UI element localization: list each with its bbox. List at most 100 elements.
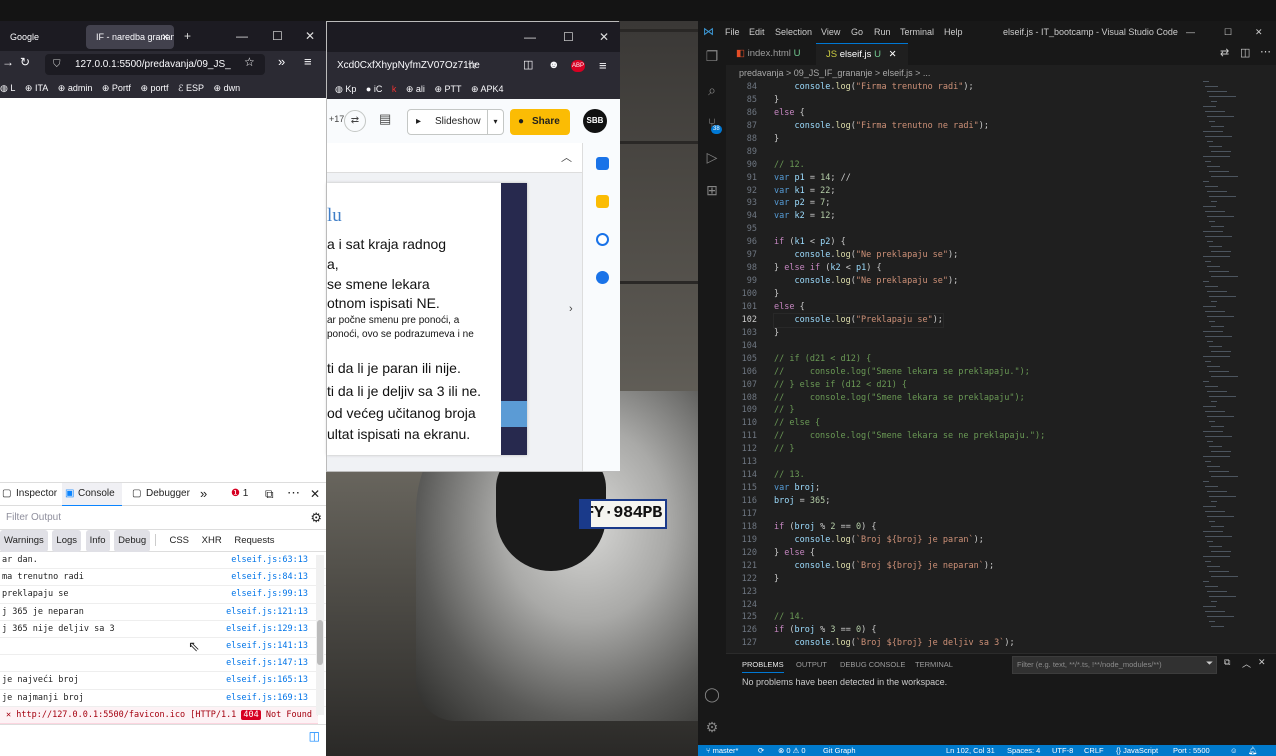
level-warnings[interactable]: Warnings xyxy=(0,530,48,552)
bookmark-item[interactable]: ⊕ PTT xyxy=(434,79,461,99)
collaborator-count[interactable]: +17 xyxy=(329,114,344,124)
code-line[interactable]: 109 // } xyxy=(726,404,1276,417)
history-icon[interactable]: ⇄ xyxy=(344,110,366,132)
menu-icon[interactable]: ≡ xyxy=(304,54,312,69)
problems-filter-input[interactable]: Filter (e.g. text, **/*.ts, !**/node_mod… xyxy=(1012,656,1217,674)
code-line[interactable]: 120} else { xyxy=(726,547,1276,560)
code-line[interactable]: 117 xyxy=(726,508,1276,521)
tab-console[interactable]: ▣ Console xyxy=(62,483,122,507)
code-line[interactable]: 111 // console.log("Smene lekara se ne pr… xyxy=(726,430,1276,443)
explorer-icon[interactable]: ❐ xyxy=(704,48,720,64)
collapse-all-icon[interactable]: ⧉ xyxy=(1224,657,1230,668)
code-line[interactable]: 101 else { xyxy=(726,301,1276,314)
console-input-area[interactable]: ◫ xyxy=(0,724,326,756)
code-line[interactable]: 99 console.log("Ne preklapaju se"); xyxy=(726,275,1276,288)
code-line[interactable]: 106 // console.log("Smene lekara se prekl… xyxy=(726,366,1276,379)
chevron-right-icon[interactable]: › xyxy=(569,303,573,315)
maximize-panel-icon[interactable]: ︿ xyxy=(1242,657,1251,670)
filter-icon[interactable]: ⏷ xyxy=(1206,658,1213,669)
bookmark-item[interactable]: k xyxy=(392,79,397,99)
filter-requests[interactable]: Requests xyxy=(230,530,278,552)
bookmark-item[interactable]: ℰ ESP xyxy=(178,78,204,98)
code-line[interactable]: 114 // 13. xyxy=(726,469,1276,482)
code-line[interactable]: 112 // } xyxy=(726,443,1276,456)
code-line[interactable]: 103} xyxy=(726,327,1276,340)
overflow-chevron-icon[interactable]: » xyxy=(278,54,285,69)
calendar-icon[interactable] xyxy=(596,157,609,170)
star-icon[interactable]: ☆ xyxy=(467,52,478,79)
menu-terminal[interactable]: Terminal xyxy=(900,21,934,43)
code-line[interactable]: 125 // 14. xyxy=(726,611,1276,624)
feedback-icon[interactable]: ☺ xyxy=(1230,745,1238,756)
code-line[interactable]: 116 broj = 365; xyxy=(726,495,1276,508)
console-source-link[interactable]: elseif.js:63:13 xyxy=(231,552,308,568)
branch-status[interactable]: ⑂ master* xyxy=(706,745,738,756)
console-source-link[interactable]: elseif.js:165:13 xyxy=(226,672,308,688)
code-line[interactable]: 85} xyxy=(726,94,1276,107)
reload-icon[interactable]: ↻ xyxy=(20,55,30,69)
menu-file[interactable]: File xyxy=(725,21,740,43)
more-actions-icon[interactable]: ⋯ xyxy=(1260,45,1271,58)
bookmark-item[interactable]: ⊕ portf xyxy=(140,78,168,98)
code-line[interactable]: 105 // if (d21 < d12) { xyxy=(726,353,1276,366)
console-error-line[interactable]: ✕ http://127.0.0.1:5500/favicon.ico [HTT… xyxy=(0,707,318,724)
code-line[interactable]: 98} else if (k2 < p1) { xyxy=(726,262,1276,275)
slides-url-bar[interactable]: Xcd0CxfXhypNyfmZV07Oz71he ☆ ◫ ☻ ABP ≡ xyxy=(327,52,620,79)
comment-icon[interactable]: ▤ xyxy=(379,111,391,127)
code-line[interactable]: 87 console.log("Firma trenutno ne radi")… xyxy=(726,120,1276,133)
code-line[interactable]: 102 console.log("Preklapaju se"); xyxy=(726,312,1276,328)
maximize-icon[interactable]: ☐ xyxy=(272,25,283,47)
maximize-icon[interactable]: ☐ xyxy=(1224,21,1232,43)
code-line[interactable]: 92 var k1 = 22; xyxy=(726,185,1276,198)
keep-icon[interactable] xyxy=(596,195,609,208)
close-window-icon[interactable]: ✕ xyxy=(305,25,315,47)
problems-status[interactable]: ⊗ 0 ⚠ 0 xyxy=(778,745,806,756)
menu-icon[interactable]: ≡ xyxy=(599,52,607,79)
tab-terminal[interactable]: TERMINAL xyxy=(915,658,953,672)
level-logs[interactable]: Logs xyxy=(52,530,82,552)
shield-icon[interactable]: ⛉ xyxy=(53,54,61,75)
slideshow-button[interactable]: ▸ Slideshow ▾ xyxy=(407,109,504,135)
tab-google[interactable]: Google xyxy=(0,25,82,49)
filter-xhr[interactable]: XHR xyxy=(198,530,226,552)
git-graph-status[interactable]: Git Graph xyxy=(823,745,856,756)
bell-icon[interactable]: 🔔︎ xyxy=(1248,745,1258,756)
code-line[interactable]: 108 // console.log("Smene lekara se prekl… xyxy=(726,392,1276,405)
bookmark-item[interactable]: ⊕ ali xyxy=(406,79,425,99)
tab-problems[interactable]: PROBLEMS xyxy=(742,658,784,673)
tab-index-html[interactable]: ◧ index.html U xyxy=(726,43,816,65)
bookmark-item[interactable]: ◍ Kp xyxy=(335,79,356,99)
tab-debug-console[interactable]: DEBUG CONSOLE xyxy=(840,658,905,672)
gear-icon[interactable]: ⚙ xyxy=(704,719,720,735)
tab-inspector[interactable]: ▢ Inspector xyxy=(0,483,58,505)
code-line[interactable]: 104 xyxy=(726,340,1276,353)
menu-run[interactable]: Run xyxy=(874,21,891,43)
split-editor-icon[interactable]: ◫ xyxy=(1240,46,1250,59)
bookmark-item[interactable]: ⊕ dwn xyxy=(214,78,241,98)
menu-edit[interactable]: Edit xyxy=(749,21,765,43)
bookmark-item[interactable]: ◍ L xyxy=(0,78,15,98)
tab-debugger[interactable]: ▢ Debugger xyxy=(130,483,194,505)
more-options-icon[interactable]: ⋯ xyxy=(287,482,300,504)
split-console-icon[interactable]: ◫ xyxy=(309,729,320,743)
gear-icon[interactable]: ⚙ xyxy=(310,506,322,530)
code-line[interactable]: 121 console.log(`Broj ${broj} je neparan… xyxy=(726,560,1276,573)
chevron-down-icon[interactable]: ▾ xyxy=(487,110,503,134)
code-editor[interactable]: 84 console.log("Firma trenutno radi"); 85… xyxy=(726,81,1276,653)
url-bar[interactable]: ⛉ 127.0.0.1:5500/predavanja/09_JS_ xyxy=(45,54,265,75)
tab-elseif-js[interactable]: JS elseif.js U ✕ xyxy=(816,43,908,65)
menu-selection[interactable]: Selection xyxy=(775,21,812,43)
code-line[interactable]: 88} xyxy=(726,133,1276,146)
code-line[interactable]: 110 // else { xyxy=(726,417,1276,430)
bookmark-item[interactable]: ⊕ Portf xyxy=(102,78,131,98)
code-line[interactable]: 96 if (k1 < p2) { xyxy=(726,236,1276,249)
code-line[interactable]: 118 if (broj % 2 == 0) { xyxy=(726,521,1276,534)
console-source-link[interactable]: elseif.js:147:13 xyxy=(226,655,308,671)
search-icon[interactable]: ⌕ xyxy=(704,82,720,98)
bookmark-item[interactable]: ⊕ ITA xyxy=(25,78,48,98)
code-line[interactable]: 93 var p2 = 7; xyxy=(726,197,1276,210)
close-icon[interactable]: ✕ xyxy=(161,25,169,49)
sync-icon[interactable]: ⟳ xyxy=(758,745,764,756)
extensions-icon[interactable]: ⊞ xyxy=(704,182,720,198)
close-panel-icon[interactable]: ✕ xyxy=(1258,657,1266,668)
